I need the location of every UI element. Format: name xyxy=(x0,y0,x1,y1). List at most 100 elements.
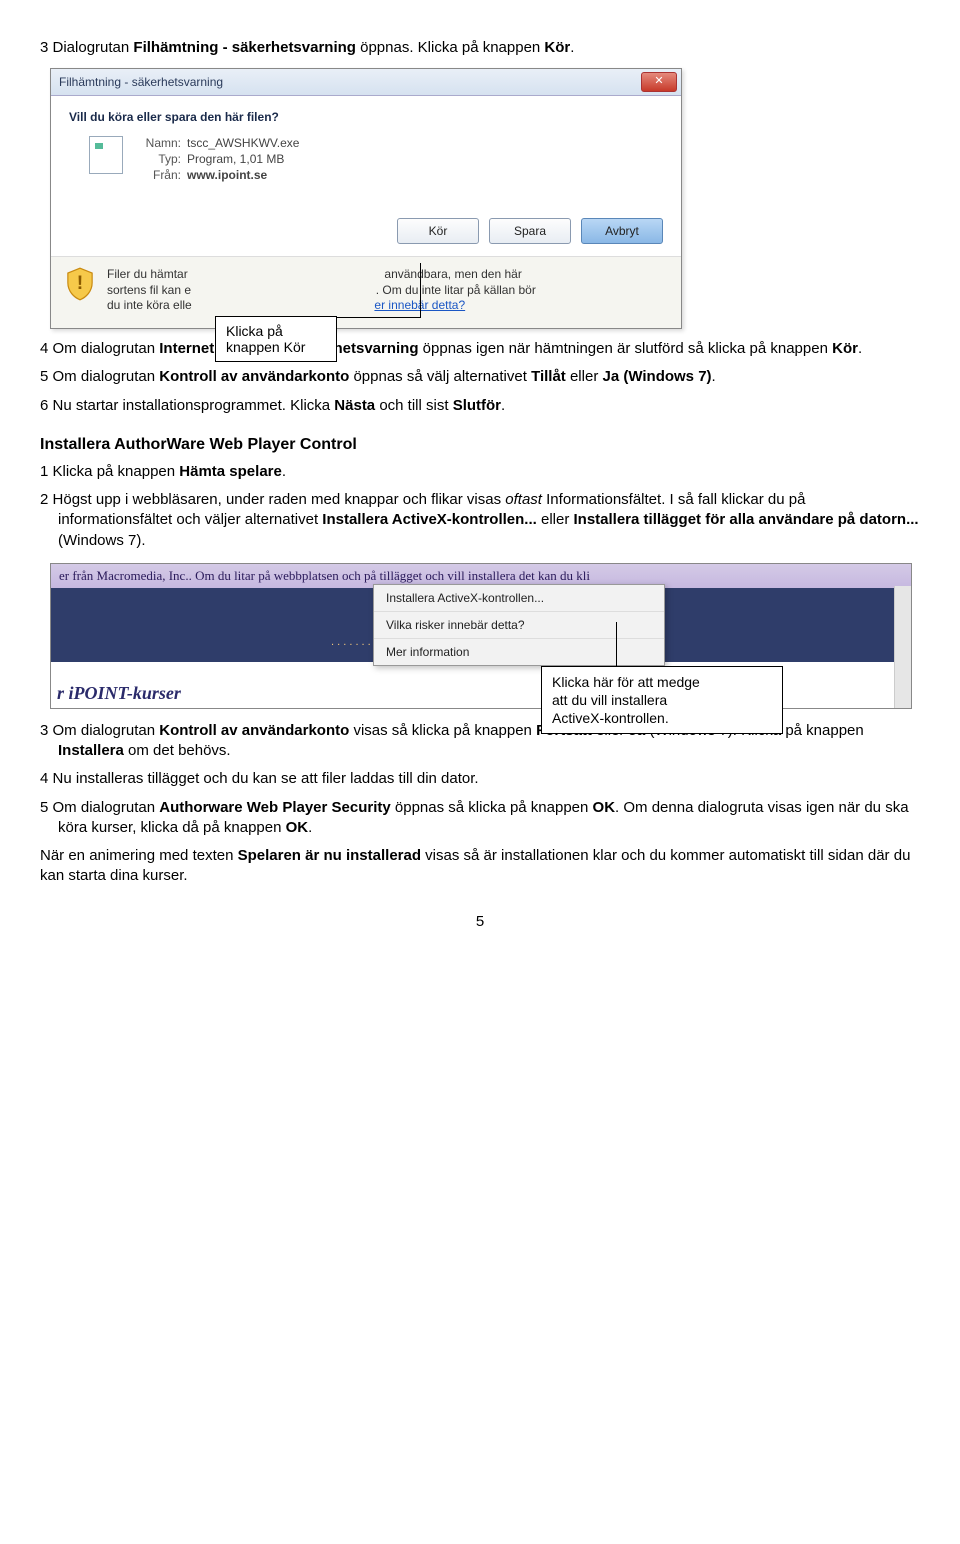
file-info: Namn: tscc_AWSHKWV.exe Typ: Program, 1,0… xyxy=(69,136,663,182)
step-5: 5 Om dialogrutan Kontroll av användarkon… xyxy=(40,367,920,387)
text: Kör xyxy=(544,39,570,56)
step-num: 5 xyxy=(40,799,48,816)
text: öppnas. Klicka på knappen xyxy=(356,39,544,56)
t: om det behövs. xyxy=(124,742,231,759)
scrollbar[interactable] xyxy=(894,586,911,708)
step-6: 6 Nu startar installationsprogrammet. Kl… xyxy=(40,396,920,416)
step-num: 1 xyxy=(40,463,48,480)
t: . xyxy=(501,397,505,414)
callout-connector xyxy=(616,622,617,667)
file-download-dialog: Filhämtning - säkerhetsvarning ✕ Vill du… xyxy=(50,68,682,329)
t: Kontroll av användarkonto xyxy=(159,722,349,739)
t: Filer du hämtar xyxy=(107,267,188,281)
t: eller xyxy=(537,511,574,528)
callout-line2: knappen Kör xyxy=(226,339,305,355)
callout-line1: Klicka på xyxy=(226,323,283,339)
t: Installera xyxy=(58,742,124,759)
t: (Windows 7). xyxy=(58,532,146,549)
ipoint-brand: r iPOINT-kurser xyxy=(57,683,181,704)
t: eller xyxy=(566,368,603,385)
file-kv: Namn: tscc_AWSHKWV.exe Typ: Program, 1,0… xyxy=(137,136,299,182)
callout-connector xyxy=(325,317,421,318)
menu-more-info[interactable]: Mer information xyxy=(374,639,664,665)
t: öppnas så klicka på knappen xyxy=(391,799,593,816)
t: Kontroll av användarkonto xyxy=(159,368,349,385)
t: Spelaren är nu installerad xyxy=(238,847,421,864)
t: Kör xyxy=(832,340,858,357)
l1: Klicka här för att medge xyxy=(552,674,700,690)
b-step-1: 1 Klicka på knappen Hämta spelare. xyxy=(40,462,920,482)
l3: ActiveX-kontrollen. xyxy=(552,710,669,726)
text: Filhämtning - säkerhetsvarning xyxy=(133,39,356,56)
callout-connector xyxy=(420,263,421,317)
shield-icon: ! xyxy=(65,267,95,301)
l2: att du vill installera xyxy=(552,692,667,708)
t: Authorware Web Player Security xyxy=(159,799,390,816)
menu-risks[interactable]: Vilka risker innebär detta? xyxy=(374,612,664,639)
t: Installera ActiveX-kontrollen... xyxy=(322,511,537,528)
callout-activex: Klicka här för att medge att du vill ins… xyxy=(541,666,783,735)
svg-text:!: ! xyxy=(77,272,83,294)
t: . xyxy=(858,340,862,357)
c-step-3: 3 Om dialogrutan Kontroll av användarkon… xyxy=(40,721,920,762)
t: Högst upp i webbläsaren, under raden med… xyxy=(53,491,506,508)
t: Om dialogrutan xyxy=(53,722,160,739)
value-from: www.ipoint.se xyxy=(187,168,299,182)
cancel-button[interactable]: Avbryt xyxy=(581,218,663,244)
label-from: Från: xyxy=(137,168,187,182)
t: Tillåt xyxy=(531,368,566,385)
t: Klicka på knappen xyxy=(53,463,180,480)
step-num: 3 xyxy=(40,722,48,739)
t: Nu installeras tillägget och du kan se a… xyxy=(53,770,479,787)
brand-text: r iPOINT-kurser xyxy=(57,683,181,703)
context-menu: Installera ActiveX-kontrollen... Vilka r… xyxy=(373,584,665,666)
t: öppnas igen när hämtningen är slutförd s… xyxy=(419,340,833,357)
t: Om dialogrutan xyxy=(53,340,160,357)
dialog-buttons: Kör Spara Avbryt xyxy=(51,212,681,256)
final-paragraph: När en animering med texten Spelaren är … xyxy=(40,846,920,887)
dialog-screenshot-wrap: Filhämtning - säkerhetsvarning ✕ Vill du… xyxy=(40,68,920,329)
file-icon xyxy=(89,136,123,174)
run-button[interactable]: Kör xyxy=(397,218,479,244)
t: När en animering med texten xyxy=(40,847,238,864)
text: . xyxy=(570,39,574,56)
value-type: Program, 1,01 MB xyxy=(187,152,299,166)
t: du inte köra elle xyxy=(107,298,192,312)
value-name: tscc_AWSHKWV.exe xyxy=(187,136,299,150)
t: . xyxy=(308,819,312,836)
t: OK xyxy=(286,819,309,836)
t: Nästa xyxy=(334,397,375,414)
dialog-body: Vill du köra eller spara den här filen? … xyxy=(51,96,681,212)
t: Om dialogrutan xyxy=(53,368,160,385)
dialog-title: Filhämtning - säkerhetsvarning xyxy=(59,75,223,89)
t: Ja (Windows 7) xyxy=(602,368,711,385)
page-number: 5 xyxy=(40,913,920,930)
c-step-5: 5 Om dialogrutan Authorware Web Player S… xyxy=(40,798,920,839)
t: Installera tillägget för alla användare … xyxy=(574,511,919,528)
step-num: 2 xyxy=(40,491,48,508)
t: Hämta spelare xyxy=(179,463,282,480)
dialog-question: Vill du köra eller spara den här filen? xyxy=(69,110,663,124)
save-button[interactable]: Spara xyxy=(489,218,571,244)
text: Dialogrutan xyxy=(53,39,134,56)
t: Nu startar installationsprogrammet. Klic… xyxy=(53,397,335,414)
t: Om dialogrutan xyxy=(53,799,160,816)
step-num: 5 xyxy=(40,368,48,385)
section-heading: Installera AuthorWare Web Player Control xyxy=(40,436,920,454)
t: och till sist xyxy=(375,397,453,414)
step-4: 4 Om dialogrutan Internet Explorer - Säk… xyxy=(40,339,920,359)
activex-screenshot: er från Macromedia, Inc.. Om du litar på… xyxy=(50,563,912,709)
t: sortens fil kan e xyxy=(107,283,191,297)
t: oftast xyxy=(505,491,542,508)
step-num: 4 xyxy=(40,340,48,357)
t: Slutför xyxy=(453,397,501,414)
t: . xyxy=(282,463,286,480)
step-num: 3 xyxy=(40,39,48,56)
close-icon[interactable]: ✕ xyxy=(641,72,677,92)
footer-text: Filer du hämtar användbara, men den här … xyxy=(107,267,667,314)
t: . Om du inte litar på källan bör xyxy=(376,283,536,297)
t: öppnas så välj alternativet xyxy=(349,368,531,385)
dialog-titlebar: Filhämtning - säkerhetsvarning ✕ xyxy=(51,69,681,96)
menu-install-activex[interactable]: Installera ActiveX-kontrollen... xyxy=(374,585,664,612)
t: . xyxy=(712,368,716,385)
